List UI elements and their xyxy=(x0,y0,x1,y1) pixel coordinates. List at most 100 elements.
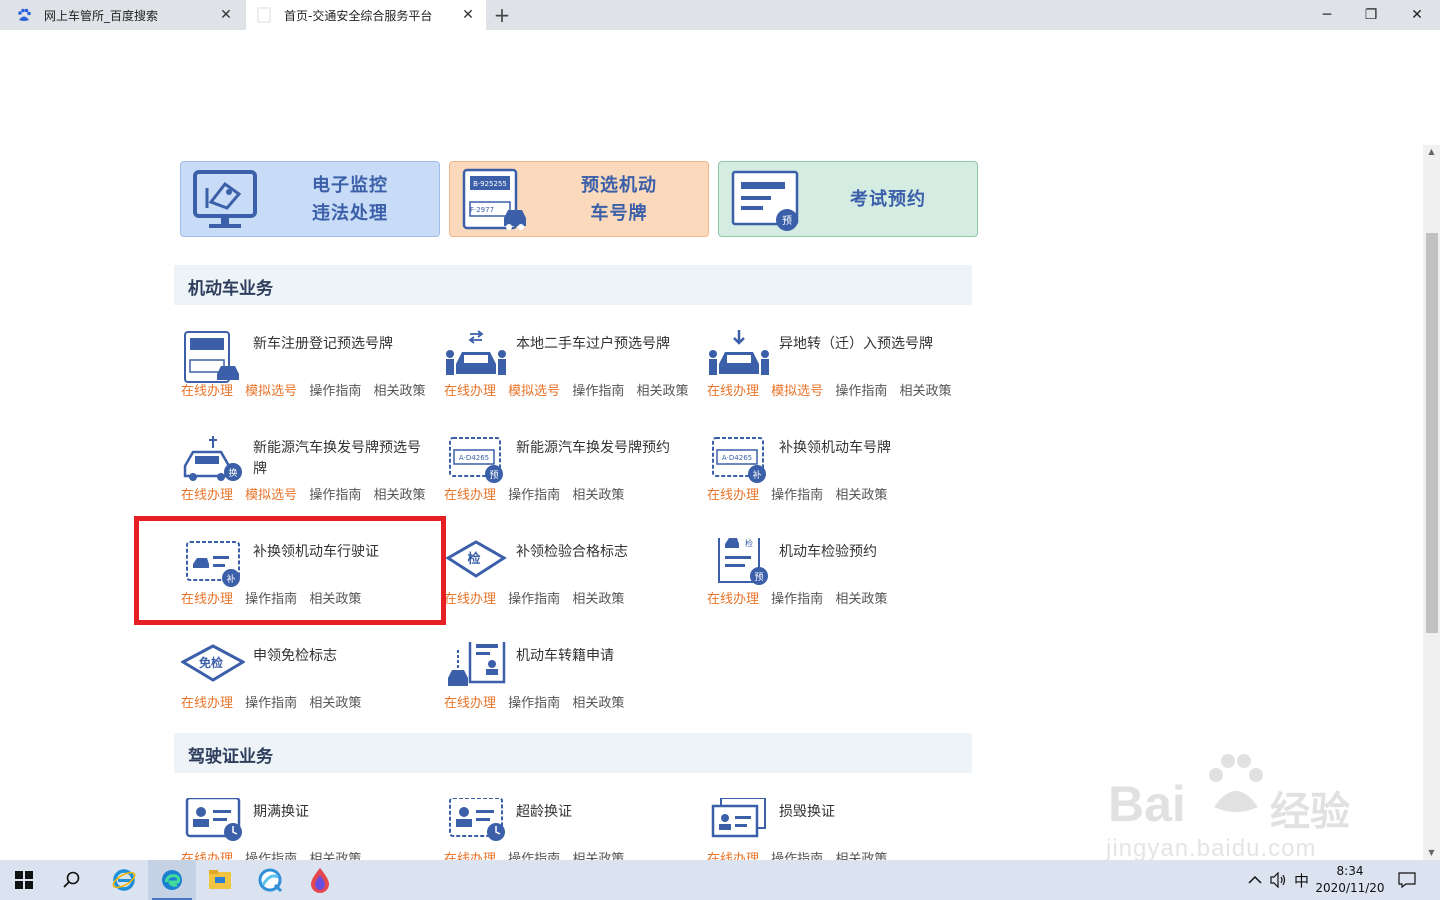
online-link[interactable]: 在线办理 xyxy=(444,488,496,503)
start-button[interactable] xyxy=(0,860,48,900)
service-item-ev-swap-preselect[interactable]: 换 新能源汽车换发号牌预选号牌 在线办理 模拟选号 操作指南 相关政策 xyxy=(177,434,439,512)
svg-text:预: 预 xyxy=(782,215,792,227)
service-item-local-transfer[interactable]: 本地二手车过户预选号牌 在线办理 模拟选号 操作指南 相关政策 xyxy=(440,330,702,408)
guide-link[interactable]: 操作指南 xyxy=(771,592,823,607)
simulate-link[interactable]: 模拟选号 xyxy=(245,488,297,503)
globe-browser-icon xyxy=(258,868,283,893)
guide-link[interactable]: 操作指南 xyxy=(835,384,887,399)
volume-icon[interactable] xyxy=(1270,860,1288,900)
restore-button[interactable]: ❐ xyxy=(1348,0,1394,30)
inspection-booking-icon: 检 预 xyxy=(718,538,768,585)
close-icon[interactable]: ✕ xyxy=(460,7,476,23)
clock-date: 2020/11/20 xyxy=(1315,881,1385,895)
ime-indicator[interactable]: 中 xyxy=(1294,860,1309,900)
tab-baidu-search[interactable]: 网上车管所_百度搜索 ✕ xyxy=(0,0,244,30)
taskbar-ie[interactable] xyxy=(100,860,148,900)
banner-exam-booking[interactable]: 预 考试预约 xyxy=(718,161,978,237)
policy-link[interactable]: 相关政策 xyxy=(572,488,624,503)
service-item-ev-plate-booking[interactable]: A·D4265 预 新能源汽车换发号牌预约 在线办理 操作指南 相关政策 xyxy=(440,434,702,512)
simulate-link[interactable]: 模拟选号 xyxy=(771,384,823,399)
guide-link[interactable]: 操作指南 xyxy=(309,488,361,503)
close-window-button[interactable]: ✕ xyxy=(1394,0,1440,30)
highlight-box xyxy=(134,516,446,625)
policy-link[interactable]: 相关政策 xyxy=(572,592,624,607)
inspection-mark-icon: 检 xyxy=(445,540,507,578)
service-item-inspection-mark[interactable]: 检 补领检验合格标志 在线办理 操作指南 相关政策 xyxy=(440,538,702,616)
section-header-license: 驾驶证业务 xyxy=(174,733,972,773)
scroll-up-icon[interactable]: ▲ xyxy=(1423,145,1440,159)
online-link[interactable]: 在线办理 xyxy=(444,592,496,607)
plate-reissue-icon: A·D4265 补 xyxy=(712,437,766,483)
svg-text:F·2977: F·2977 xyxy=(470,206,494,214)
new-tab-button[interactable]: + xyxy=(492,3,512,27)
search-button[interactable] xyxy=(48,860,96,900)
banner-line: 电子监控 xyxy=(312,175,388,196)
page-scrollbar[interactable]: ▲ ▼ xyxy=(1423,145,1440,860)
service-item-relocate[interactable]: 异地转（迁）入预选号牌 在线办理 模拟选号 操作指南 相关政策 xyxy=(703,330,965,408)
simulate-link[interactable]: 模拟选号 xyxy=(245,384,297,399)
service-item-new-car-plate[interactable]: 新车注册登记预选号牌 在线办理 模拟选号 操作指南 相关政策 xyxy=(177,330,439,408)
online-link[interactable]: 在线办理 xyxy=(181,384,233,399)
guide-link[interactable]: 操作指南 xyxy=(572,384,624,399)
policy-link[interactable]: 相关政策 xyxy=(835,488,887,503)
svg-text:A·D4265: A·D4265 xyxy=(459,454,489,462)
guide-link[interactable]: 操作指南 xyxy=(508,696,560,711)
notification-icon[interactable] xyxy=(1398,860,1416,900)
online-link[interactable]: 在线办理 xyxy=(181,696,233,711)
online-link[interactable]: 在线办理 xyxy=(444,696,496,711)
damaged-license-icon xyxy=(711,798,766,838)
watermark-brand: Bai xyxy=(1108,776,1186,832)
service-item-exemption-mark[interactable]: 免检 申领免检标志 在线办理 操作指南 相关政策 xyxy=(177,642,439,720)
service-item-plate-reissue[interactable]: A·D4265 补 补换领机动车号牌 在线办理 操作指南 相关政策 xyxy=(703,434,965,512)
relocate-car-icon xyxy=(709,330,769,375)
policy-link[interactable]: 相关政策 xyxy=(572,696,624,711)
search-icon xyxy=(63,871,80,888)
taskbar-app-drop[interactable] xyxy=(296,860,344,900)
blank-page-icon xyxy=(256,7,272,23)
minimize-button[interactable]: ─ xyxy=(1304,0,1350,30)
policy-link[interactable]: 相关政策 xyxy=(373,384,425,399)
service-title: 机动车检验预约 xyxy=(779,544,877,560)
service-item-inspection-booking[interactable]: 检 预 机动车检验预约 在线办理 操作指南 相关政策 xyxy=(703,538,965,616)
policy-link[interactable]: 相关政策 xyxy=(636,384,688,399)
tab-title: 网上车管所_百度搜索 xyxy=(44,8,159,23)
scrollbar-thumb[interactable] xyxy=(1426,233,1438,633)
taskbar-clock[interactable]: 8:34 2020/11/20 xyxy=(1310,863,1390,897)
taskbar-edge[interactable] xyxy=(148,860,196,900)
service-title: 机动车转籍申请 xyxy=(516,648,614,664)
svg-text:检: 检 xyxy=(745,538,753,548)
browser-tab-bar: 网上车管所_百度搜索 ✕ 首页-交通安全综合服务平台 ✕ + ─ ❐ ✕ xyxy=(0,0,1440,30)
svg-text:免检: 免检 xyxy=(199,655,223,670)
service-title: 损毁换证 xyxy=(779,804,835,820)
banner-preselect-plate[interactable]: B·925255 F·2977 预选机动 车号牌 xyxy=(449,161,709,237)
online-link[interactable]: 在线办理 xyxy=(707,384,759,399)
tab-traffic-platform[interactable]: 首页-交通安全综合服务平台 ✕ xyxy=(246,0,486,30)
taskbar-file-explorer[interactable] xyxy=(196,860,244,900)
guide-link[interactable]: 操作指南 xyxy=(508,592,560,607)
tray-overflow-icon[interactable] xyxy=(1248,860,1262,900)
scroll-down-icon[interactable]: ▼ xyxy=(1423,846,1440,860)
online-link[interactable]: 在线办理 xyxy=(444,384,496,399)
guide-link[interactable]: 操作指南 xyxy=(508,488,560,503)
guide-link[interactable]: 操作指南 xyxy=(309,384,361,399)
policy-link[interactable]: 相关政策 xyxy=(309,696,361,711)
policy-link[interactable]: 相关政策 xyxy=(835,592,887,607)
online-link[interactable]: 在线办理 xyxy=(181,488,233,503)
banner-electronic-monitoring[interactable]: 电子监控 违法处理 xyxy=(180,161,440,237)
taskbar-app-browser[interactable] xyxy=(246,860,294,900)
guide-link[interactable]: 操作指南 xyxy=(771,488,823,503)
policy-link[interactable]: 相关政策 xyxy=(899,384,951,399)
online-link[interactable]: 在线办理 xyxy=(707,488,759,503)
policy-link[interactable]: 相关政策 xyxy=(373,488,425,503)
windows-logo-icon xyxy=(15,871,33,889)
ev-swap-icon: 换 xyxy=(183,436,242,481)
banner-line: 考试预约 xyxy=(850,189,926,210)
online-link[interactable]: 在线办理 xyxy=(707,592,759,607)
service-title: 补换领机动车号牌 xyxy=(779,440,891,456)
simulate-link[interactable]: 模拟选号 xyxy=(508,384,560,399)
svg-text:补: 补 xyxy=(752,469,761,481)
service-item-registry-transfer[interactable]: 机动车转籍申请 在线办理 操作指南 相关政策 xyxy=(440,642,702,720)
drop-app-icon xyxy=(311,868,329,893)
close-icon[interactable]: ✕ xyxy=(218,7,234,23)
guide-link[interactable]: 操作指南 xyxy=(245,696,297,711)
